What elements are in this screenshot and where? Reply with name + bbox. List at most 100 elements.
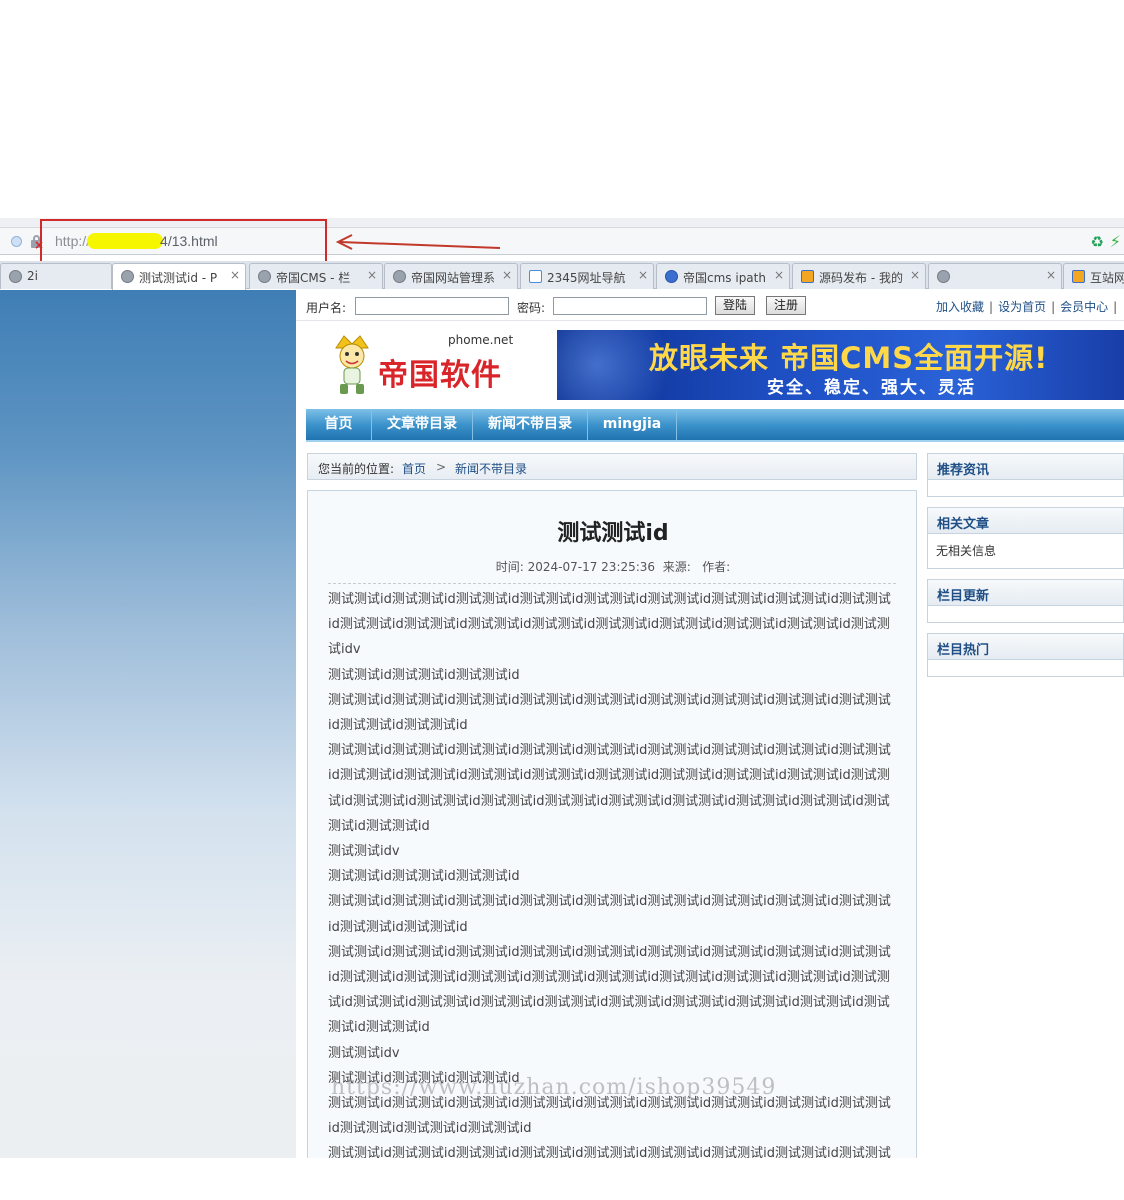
browser-tab-label: 帝国cms ipath [683, 271, 766, 285]
username-label: 用户名: [306, 301, 347, 315]
password-field[interactable] [553, 297, 707, 315]
close-tab-icon[interactable]: × [910, 268, 920, 282]
insecure-lock-icon[interactable]: × [31, 235, 44, 251]
browser-tab[interactable]: 互站网 [1063, 263, 1124, 289]
set-homepage-link[interactable]: 设为首页 [998, 300, 1046, 314]
article-paragraph: 测试测试id测试测试id测试测试id [328, 869, 520, 885]
sidebar-box-related: 相关文章 无相关信息 [927, 507, 1124, 569]
left-gradient-panel [0, 290, 296, 1158]
close-tab-icon[interactable]: × [774, 268, 784, 282]
breadcrumb-current-link[interactable]: 新闻不带目录 [455, 460, 527, 477]
annotation-arrow [335, 234, 501, 250]
logo-domain: phome.net [448, 333, 514, 347]
browser-tab[interactable]: 源码发布 - 我的 × [792, 263, 926, 289]
banner-tagline: 安全、稳定、强大、灵活 [767, 378, 976, 398]
tab-strip: 2i 测试测试id - P × 帝国CMS - 栏 × 帝国网站管理系 × 2345网址导航 ×… [0, 261, 1124, 290]
browser-tab[interactable]: 2345网址导航 × [520, 263, 654, 289]
sidebar-box-title: 相关文章 [928, 508, 1123, 534]
sidebar-box-content: 无相关信息 [936, 544, 997, 558]
browser-tab[interactable]: 2i [0, 263, 112, 289]
login-button[interactable]: 登陆 [715, 296, 756, 315]
globe-icon [937, 270, 950, 283]
article-divider [328, 583, 896, 584]
article-paragraph: 测试测试id测试测试id测试测试id测试测试id测试测试id测试测试id测试测试… [328, 894, 891, 935]
article-paragraph: 测试测试id测试测试id测试测试id测试测试id测试测试id测试测试id测试测试… [328, 944, 891, 1036]
browser-tab[interactable]: 帝国CMS - 栏 × [249, 263, 383, 289]
breadcrumb: 您当前的位置: 首页 > 新闻不带目录 [307, 453, 917, 480]
url-field[interactable]: http:// 4/13.html [55, 233, 218, 249]
username-field[interactable] [355, 297, 509, 315]
globe-icon [121, 270, 134, 283]
url-prefix: http:// [55, 233, 91, 249]
article-paragraph: 测试测试id测试测试id测试测试id测试测试id测试测试id测试测试id测试测试… [328, 692, 891, 734]
close-tab-icon[interactable]: × [230, 268, 240, 282]
site-header: phome.net 帝国软件 放眼未来 帝国CMS全面开源! 安全、稳定、强大、… [296, 321, 1124, 405]
nav-item-news-no-dir[interactable]: 新闻不带目录 [473, 409, 588, 440]
member-center-link[interactable]: 会员中心 [1060, 300, 1108, 314]
login-bar: 用户名: 密码: 登陆 注册 加入收藏 | 设为首页 | 会员中心 | [296, 290, 1124, 321]
address-bar[interactable]: × http:// 4/13.html ♻ ⚡ [0, 227, 1124, 255]
web-page: 用户名: 密码: 登陆 注册 加入收藏 | 设为首页 | 会员中心 | phome.net… [296, 290, 1124, 1158]
globe-icon [393, 270, 406, 283]
globe-icon [258, 270, 271, 283]
browser-tab[interactable]: 测试测试id - P × [112, 263, 246, 290]
article-meta: 时间: 2024-07-17 23:25:36 来源: 作者: [495, 560, 731, 574]
close-tab-icon[interactable]: × [502, 268, 512, 282]
breadcrumb-separator: > [436, 460, 447, 474]
site-logo[interactable]: phome.net 帝国软件 [330, 332, 530, 402]
browser-tab-label: 2i [27, 269, 38, 283]
plain-tab-icon [9, 270, 22, 283]
article-paragraph: 测试测试idv [328, 844, 400, 860]
article-panel: 测试测试id 时间: 2024-07-17 23:25:36 来源: 作者: 测… [307, 490, 917, 1158]
browser-tab[interactable]: 帝国cms ipath × [656, 263, 790, 289]
sidebar-box-column-updates: 栏目更新 [927, 579, 1124, 623]
main-nav: 首页 文章带目录 新闻不带目录 mingjia [306, 409, 1124, 442]
browser-tab-label: 测试测试id - P [139, 271, 218, 285]
watermark-text: https://www.huzhan.com/ishop39549 [331, 1075, 777, 1100]
article-body: 测试测试id测试测试id测试测试id 测试测试id测试测试id测试测试id 测试测试… [328, 587, 894, 1158]
close-tab-icon[interactable]: × [367, 268, 377, 282]
add-favorite-link[interactable]: 加入收藏 [936, 300, 984, 314]
browser-tab-label: 互站网 [1090, 271, 1124, 285]
article-paragraph: 测试测试id测试测试id测试测试id测试测试id测试测试id测试测试id测试测试… [328, 1146, 891, 1158]
article-paragraph: 测试测试idv [328, 1045, 400, 1061]
code-icon [801, 270, 814, 283]
lightning-mode-icon[interactable]: ⚡ [1110, 232, 1121, 251]
article-paragraph: 测试测试id测试测试id测试测试id测试测试id测试测试id测试测试id测试测试… [328, 592, 891, 658]
breadcrumb-label: 您当前的位置: [318, 462, 395, 476]
browser-tab[interactable]: × [928, 263, 1062, 289]
password-label: 密码: [517, 301, 546, 315]
article-title: 测试测试id [557, 521, 669, 546]
browser-tab-label: 源码发布 - 我的 [819, 271, 903, 285]
url-suffix: 4/13.html [160, 233, 218, 249]
mascot-icon [335, 335, 369, 394]
top-links: 加入收藏 | 设为首页 | 会员中心 | [936, 300, 1118, 314]
nav-item-home[interactable]: 首页 [306, 409, 372, 440]
code-icon [1072, 270, 1085, 283]
browser-tab-label: 帝国CMS - 栏 [276, 271, 351, 285]
refresh-icon[interactable]: ♻ [1091, 233, 1104, 251]
nav-item-articles-with-dir[interactable]: 文章带目录 [372, 409, 473, 440]
sidebar-box-recommended: 推荐资讯 [927, 453, 1124, 497]
register-button[interactable]: 注册 [766, 296, 807, 315]
article-paragraph: 测试测试id测试测试id测试测试id测试测试id测试测试id测试测试id测试测试… [328, 743, 891, 834]
logo-brand-text: 帝国软件 [378, 358, 502, 393]
baidu-paw-icon [665, 270, 678, 283]
close-tab-icon[interactable]: × [638, 268, 648, 282]
url-redaction [87, 233, 164, 249]
sidebar-box-column-hot: 栏目热门 [927, 633, 1124, 677]
browser-tab-label: 帝国网站管理系 [411, 271, 496, 285]
sidebar-box-title: 栏目更新 [928, 580, 1123, 606]
browser-tab[interactable]: 帝国网站管理系 × [384, 263, 518, 289]
nav-item-mingjia[interactable]: mingjia [588, 409, 677, 440]
close-tab-icon[interactable]: × [1046, 268, 1056, 282]
breadcrumb-home-link[interactable]: 首页 [402, 460, 426, 477]
site-info-icon[interactable] [11, 236, 22, 247]
2345-icon [529, 270, 542, 283]
article-paragraph: 测试测试id测试测试id测试测试id [328, 667, 520, 683]
browser-tab-label: 2345网址导航 [547, 271, 626, 285]
sidebar-box-title: 推荐资讯 [928, 454, 1123, 480]
promo-banner[interactable]: 放眼未来 帝国CMS全面开源! 安全、稳定、强大、灵活 [557, 330, 1124, 400]
banner-headline: 放眼未来 帝国CMS全面开源! [649, 341, 1049, 375]
sidebar-box-title: 栏目热门 [928, 634, 1123, 660]
